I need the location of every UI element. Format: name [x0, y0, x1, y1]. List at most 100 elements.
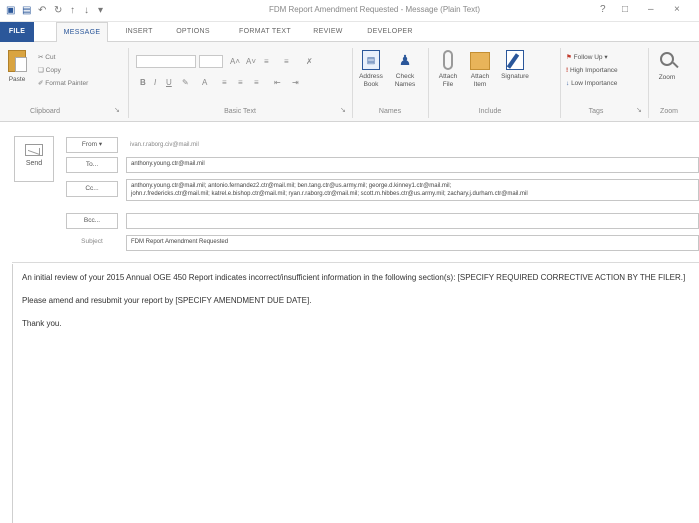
- tags-group-label: Tags: [588, 108, 604, 115]
- clear-formatting-icon[interactable]: ✗: [306, 57, 313, 67]
- signature-button[interactable]: Signature: [498, 50, 532, 81]
- high-importance-label: High Importance: [569, 67, 618, 74]
- font-family-select[interactable]: [136, 55, 196, 68]
- subject-field[interactable]: FDM Report Amendment Requested: [126, 235, 699, 251]
- magnifier-icon: [660, 52, 679, 69]
- save-icon[interactable]: ▤: [22, 5, 31, 17]
- align-right-icon[interactable]: ≡: [254, 78, 259, 88]
- customize-toolbar-icon[interactable]: ▾: [98, 5, 103, 17]
- message-body[interactable]: An initial review of your 2015 Annual OG…: [22, 272, 692, 341]
- ribbon-display-button[interactable]: □: [622, 4, 628, 16]
- ribbon-divider: [648, 48, 649, 118]
- minimize-button[interactable]: –: [648, 4, 654, 16]
- align-center-icon[interactable]: ≡: [238, 78, 243, 88]
- paste-icon: [8, 50, 27, 72]
- bullets-icon[interactable]: ≡: [264, 57, 269, 67]
- send-button[interactable]: Send: [14, 136, 54, 182]
- paste-button[interactable]: Paste: [4, 50, 30, 84]
- redo-icon[interactable]: ↻: [54, 5, 62, 17]
- bcc-field[interactable]: [126, 213, 699, 229]
- increase-indent-icon[interactable]: ⇥: [292, 78, 299, 88]
- check-names-label: Check Names: [394, 73, 416, 88]
- bold-icon[interactable]: B: [140, 78, 146, 88]
- basic-text-launcher-icon[interactable]: ↘: [340, 106, 346, 116]
- attach-file-label: Attach File: [438, 73, 458, 88]
- tab-options[interactable]: OPTIONS: [168, 22, 218, 42]
- ribbon-divider: [560, 48, 561, 118]
- zoom-group-label: Zoom: [660, 108, 678, 115]
- address-book-label: Address Book: [359, 73, 383, 88]
- follow-up-button[interactable]: ⚑ Follow Up ▾: [566, 54, 608, 62]
- low-importance-button[interactable]: ↓ Low Importance: [566, 80, 617, 88]
- highlight-icon[interactable]: ✎: [182, 78, 189, 88]
- send-icon: [25, 144, 43, 156]
- format-painter-label: Format Painter: [45, 80, 89, 87]
- attach-item-button[interactable]: Attach Item: [466, 50, 494, 89]
- body-paragraph-3: Thank you.: [22, 319, 62, 328]
- to-button[interactable]: To...: [66, 157, 118, 173]
- format-painter-button[interactable]: ✐ Format Painter: [38, 80, 88, 88]
- from-value: ivan.r.raborg.civ@mail.mil: [130, 142, 199, 148]
- tab-format-text[interactable]: FORMAT TEXT: [234, 22, 296, 42]
- underline-icon[interactable]: U: [166, 78, 172, 88]
- address-book-button[interactable]: ▤ Address Book: [356, 50, 386, 89]
- names-group-label: Names: [378, 108, 402, 115]
- high-importance-button[interactable]: ! High Importance: [566, 67, 618, 75]
- check-names-button[interactable]: ♟ Check Names: [390, 50, 420, 89]
- scissors-icon: ✂: [38, 54, 44, 61]
- copy-button[interactable]: ❏ Copy: [38, 67, 61, 75]
- grow-font-icon[interactable]: A˄: [230, 57, 240, 67]
- follow-up-label: Follow Up: [573, 54, 603, 61]
- tab-review[interactable]: REVIEW: [308, 22, 348, 42]
- ribbon-divider: [352, 48, 353, 118]
- tab-message[interactable]: MESSAGE: [56, 22, 108, 43]
- copy-icon: ❏: [38, 67, 44, 74]
- basic-text-group-label: Basic Text: [224, 108, 256, 115]
- bcc-button[interactable]: Bcc...: [66, 213, 118, 229]
- undo-icon[interactable]: ↶: [38, 5, 46, 17]
- tags-launcher-icon[interactable]: ↘: [636, 106, 642, 116]
- body-paragraph-2: Please amend and resubmit your report by…: [22, 296, 312, 305]
- flag-icon: ⚑: [566, 54, 572, 61]
- body-left-border: [12, 264, 13, 523]
- decrease-indent-icon[interactable]: ⇤: [274, 78, 281, 88]
- zoom-button[interactable]: Zoom: [652, 50, 682, 82]
- brush-icon: ✐: [38, 80, 44, 87]
- align-left-icon[interactable]: ≡: [222, 78, 227, 88]
- shrink-font-icon[interactable]: A˅: [246, 57, 256, 67]
- italic-icon[interactable]: I: [154, 78, 156, 88]
- up-arrow-icon[interactable]: ↑: [70, 5, 75, 17]
- ribbon-tabs: FILE MESSAGE INSERT OPTIONS FORMAT TEXT …: [0, 22, 699, 43]
- tab-developer[interactable]: DEVELOPER: [360, 22, 420, 42]
- clipboard-launcher-icon[interactable]: ↘: [114, 106, 120, 116]
- signature-label: Signature: [501, 73, 529, 80]
- down-arrow-icon[interactable]: ↓: [84, 5, 89, 17]
- include-group-label: Include: [478, 108, 502, 115]
- from-label: From: [81, 141, 98, 148]
- to-field[interactable]: anthony.young.ctr@mail.mil: [126, 157, 699, 173]
- font-color-icon[interactable]: A: [202, 78, 207, 88]
- attach-item-label: Attach Item: [470, 73, 490, 88]
- help-button[interactable]: ?: [600, 4, 606, 16]
- from-button[interactable]: From ▾: [66, 137, 118, 153]
- body-paragraph-1: An initial review of your 2015 Annual OG…: [22, 273, 686, 282]
- signature-icon: [506, 50, 524, 70]
- cc-field[interactable]: anthony.young.ctr@mail.mil; antonio.fern…: [126, 179, 699, 201]
- clipboard-group-label: Clipboard: [30, 108, 60, 115]
- low-importance-label: Low Importance: [571, 80, 618, 87]
- paperclip-icon: [443, 50, 453, 70]
- numbering-icon[interactable]: ≡: [284, 57, 289, 67]
- tab-insert[interactable]: INSERT: [120, 22, 158, 42]
- header-body-divider: [12, 262, 699, 263]
- check-names-icon: ♟: [398, 52, 412, 68]
- title-bar: ▣ ▤ ↶ ↻ ↑ ↓ ▾ FDM Report Amendment Reque…: [0, 0, 699, 22]
- ribbon-divider: [428, 48, 429, 118]
- exclamation-icon: !: [566, 67, 569, 74]
- cc-button[interactable]: Cc...: [66, 181, 118, 197]
- tab-file[interactable]: FILE: [0, 22, 34, 42]
- cut-label: Cut: [45, 54, 56, 61]
- font-size-select[interactable]: [199, 55, 223, 68]
- attach-file-button[interactable]: Attach File: [434, 50, 462, 89]
- close-button[interactable]: ×: [674, 4, 680, 16]
- cut-button[interactable]: ✂ Cut: [38, 54, 55, 62]
